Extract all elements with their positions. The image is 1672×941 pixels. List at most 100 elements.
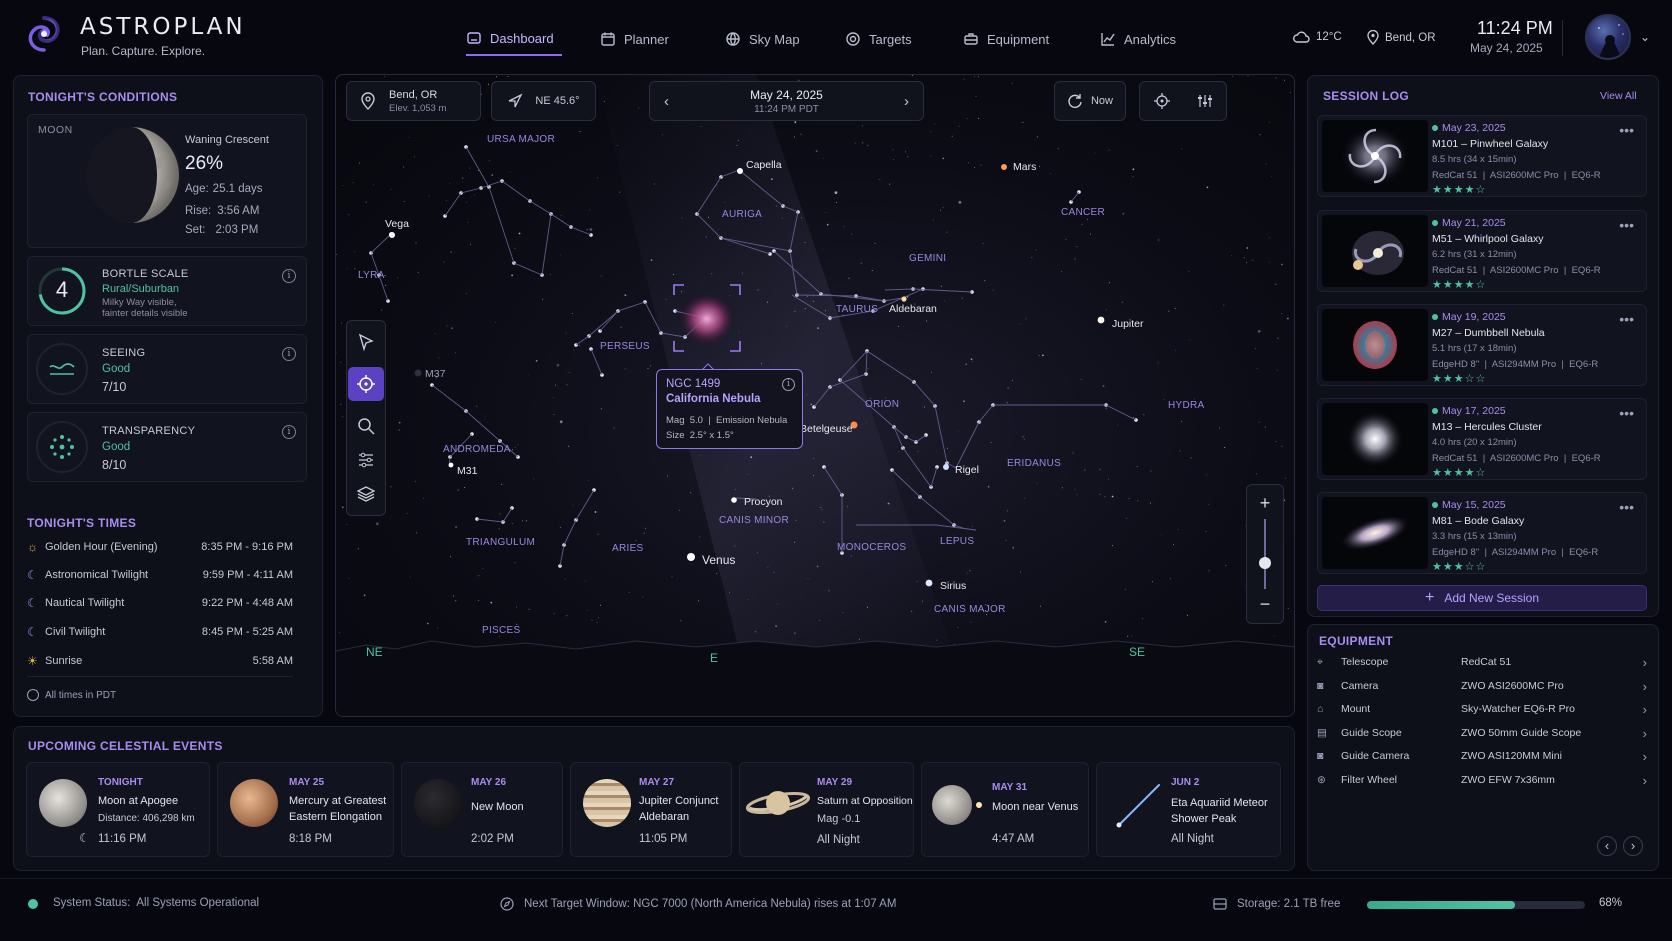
constellation-label: PERSEUS	[600, 341, 650, 352]
weather-temp: 12°C	[1316, 31, 1342, 43]
background-star	[820, 506, 822, 508]
background-star	[450, 556, 452, 558]
star-label[interactable]: Rigel	[955, 464, 979, 476]
background-star	[813, 475, 815, 477]
bortle-title: BORTLE SCALE	[102, 268, 189, 280]
event-card[interactable]: MAY 27 Jupiter Conjunct Aldebaran 11:05 …	[570, 762, 732, 857]
add-session-button[interactable]: + Add New Session	[1317, 585, 1647, 611]
more-icon[interactable]: •••	[1619, 217, 1634, 233]
nav-targets[interactable]: Targets	[845, 22, 912, 56]
chevron-left-icon[interactable]: ‹	[1597, 836, 1617, 856]
equipment-row-camera[interactable]: ◙ Camera ZWO ASI2600MC Pro ›	[1317, 675, 1647, 697]
event-card[interactable]: TONIGHT Moon at Apogee Distance: 406,298…	[26, 762, 210, 857]
background-star	[1081, 223, 1083, 225]
session-card[interactable]: May 19, 2025 M27 – Dumbbell Nebula 5.1 h…	[1317, 304, 1647, 386]
nav-equipment[interactable]: Equipment	[963, 22, 1049, 56]
event-time: All Night	[817, 834, 860, 846]
background-star	[892, 149, 894, 151]
direction-indicator[interactable]: NE 45.6°	[491, 81, 596, 121]
nav-sky-map[interactable]: Sky Map	[725, 22, 800, 56]
seeing-card[interactable]: SEEING Good 7/10 i	[27, 334, 307, 404]
zoom-out-button[interactable]: −	[1260, 594, 1271, 615]
location-widget[interactable]: Bend, OR	[1367, 30, 1436, 45]
background-star	[1190, 457, 1192, 459]
background-star	[974, 167, 976, 169]
star-label[interactable]: Mars	[1013, 161, 1036, 173]
bortle-card[interactable]: 4 BORTLE SCALE Rural/Suburban Milky Way …	[27, 256, 307, 326]
background-star	[738, 331, 740, 333]
layers-icon[interactable]	[357, 485, 375, 503]
chevron-left-icon[interactable]: ‹	[664, 93, 669, 110]
settings-sliders-icon[interactable]	[1197, 93, 1213, 109]
info-icon[interactable]: i	[282, 347, 296, 361]
now-button[interactable]: Now	[1054, 81, 1126, 121]
equipment-row-filter-wheel[interactable]: ⊛ Filter Wheel ZWO EFW 7x36mm ›	[1317, 769, 1647, 791]
session-card[interactable]: May 15, 2025 M81 – Bode Galaxy 3.3 hrs (…	[1317, 492, 1647, 574]
avatar[interactable]	[1585, 14, 1631, 60]
filter-sliders-icon[interactable]	[357, 451, 375, 469]
pointer-icon[interactable]	[357, 333, 375, 351]
star-label[interactable]: Jupiter	[1112, 318, 1144, 330]
next-target-window[interactable]: Next Target Window: NGC 7000 (North Amer…	[500, 897, 896, 911]
chevron-right-icon[interactable]: ›	[1623, 836, 1643, 856]
star-label[interactable]: Venus	[702, 553, 735, 567]
search-icon[interactable]	[357, 417, 375, 435]
event-card[interactable]: MAY 25 Mercury at Greatest Eastern Elong…	[217, 762, 394, 857]
background-star	[698, 600, 700, 602]
star-label[interactable]: Vega	[385, 218, 409, 230]
star-label[interactable]: M31	[457, 465, 477, 477]
weather-widget[interactable]: 12°C	[1292, 30, 1342, 44]
background-star	[408, 136, 410, 138]
zoom-slider[interactable]	[1259, 519, 1271, 589]
nav-planner[interactable]: Planner	[600, 22, 669, 56]
equipment-row-guide-camera[interactable]: ◙ Guide Camera ZWO ASI120MM Mini ›	[1317, 745, 1647, 767]
event-card[interactable]: MAY 29 Saturn at Opposition Mag -0.1 All…	[739, 762, 914, 857]
nav-dashboard[interactable]: Dashboard	[466, 22, 562, 56]
background-star	[409, 576, 411, 578]
star-label[interactable]: Betelgeuse	[800, 423, 853, 435]
star-label[interactable]: Capella	[746, 159, 782, 171]
object-popup[interactable]: NGC 1499 California Nebula i Mag 5.0 | E…	[656, 369, 803, 449]
background-star	[817, 327, 819, 329]
star-label[interactable]: M37	[425, 368, 445, 380]
view-all-link[interactable]: View All	[1600, 90, 1637, 102]
event-card[interactable]: MAY 26 New Moon 2:02 PM	[401, 762, 563, 857]
locate-icon[interactable]	[1153, 93, 1170, 109]
chevron-down-icon[interactable]: ⌄	[1640, 30, 1650, 44]
location-selector[interactable]: Bend, OR Elev. 1,053 m	[346, 81, 481, 121]
star-label[interactable]: Sirius	[940, 580, 966, 592]
info-icon[interactable]: i	[282, 425, 296, 439]
background-star	[1128, 498, 1130, 500]
more-icon[interactable]: •••	[1619, 311, 1634, 327]
more-icon[interactable]: •••	[1619, 122, 1634, 138]
nav-analytics[interactable]: Analytics	[1100, 22, 1176, 56]
chevron-right-icon[interactable]: ›	[904, 93, 909, 110]
zoom-in-button[interactable]: +	[1260, 493, 1271, 514]
equipment-row-guide-scope[interactable]: ▤ Guide Scope ZWO 50mm Guide Scope ›	[1317, 722, 1647, 744]
more-icon[interactable]: •••	[1619, 405, 1634, 421]
equipment-row-telescope[interactable]: ⌖ Telescope RedCat 51 ›	[1317, 651, 1647, 673]
background-star	[1174, 308, 1176, 309]
zoom-handle[interactable]	[1259, 557, 1271, 569]
background-star	[586, 229, 588, 231]
crosshair-tool[interactable]	[348, 367, 384, 401]
transparency-card[interactable]: TRANSPARENCY Good 8/10 i	[27, 412, 307, 482]
session-card[interactable]: May 23, 2025 M101 – Pinwheel Galaxy 8.5 …	[1317, 115, 1647, 197]
event-card[interactable]: JUN 2 Eta Aquariid Meteor Shower Peak Al…	[1096, 762, 1281, 857]
equipment-row-mount[interactable]: ⌂ Mount Sky-Watcher EQ6-R Pro ›	[1317, 698, 1647, 720]
session-card[interactable]: May 17, 2025 M13 – Hercules Cluster 4.0 …	[1317, 398, 1647, 480]
more-icon[interactable]: •••	[1619, 499, 1634, 515]
logo-icon[interactable]	[22, 12, 66, 56]
sky-map[interactable]: URSA MAJOR AURIGA CANCER LYRA GEMINI TAU…	[335, 74, 1295, 717]
session-card[interactable]: May 21, 2025 M51 – Whirlpool Galaxy 6.2 …	[1317, 210, 1647, 292]
star-label[interactable]: Procyon	[744, 496, 783, 508]
info-icon[interactable]: i	[282, 269, 296, 283]
chevron-right-icon: ›	[1642, 701, 1647, 717]
event-card[interactable]: MAY 31 Moon near Venus 4:47 AM	[921, 762, 1089, 857]
sky-canvas[interactable]	[336, 75, 1295, 717]
info-icon[interactable]: i	[782, 378, 795, 391]
constellation-label: AURIGA	[722, 209, 763, 220]
star-label[interactable]: Aldebaran	[889, 303, 937, 315]
background-star	[647, 367, 649, 369]
background-star	[1132, 176, 1134, 178]
